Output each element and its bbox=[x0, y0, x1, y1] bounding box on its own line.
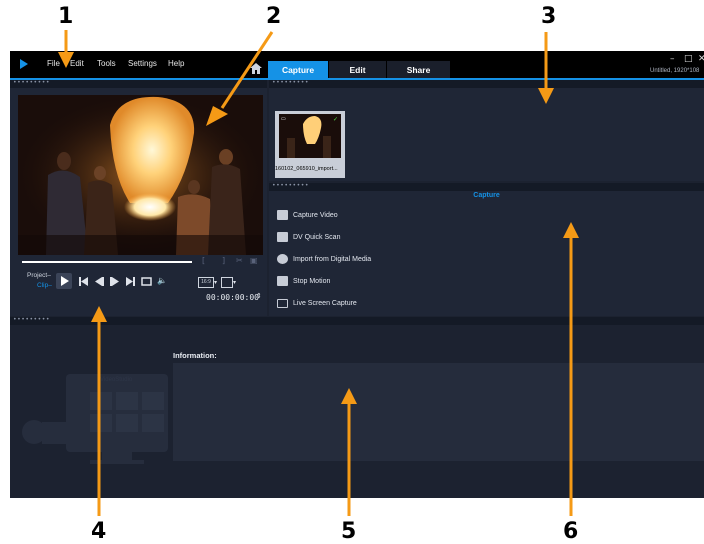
arrow-2 bbox=[220, 31, 274, 109]
arrowhead-3 bbox=[538, 88, 554, 104]
arrowhead-4 bbox=[91, 306, 107, 322]
arrowhead-6 bbox=[563, 222, 579, 238]
annotation-arrows bbox=[58, 30, 579, 516]
arrowhead-2 bbox=[206, 106, 228, 126]
arrowhead-1 bbox=[58, 52, 74, 68]
arrowhead-5 bbox=[341, 388, 357, 404]
